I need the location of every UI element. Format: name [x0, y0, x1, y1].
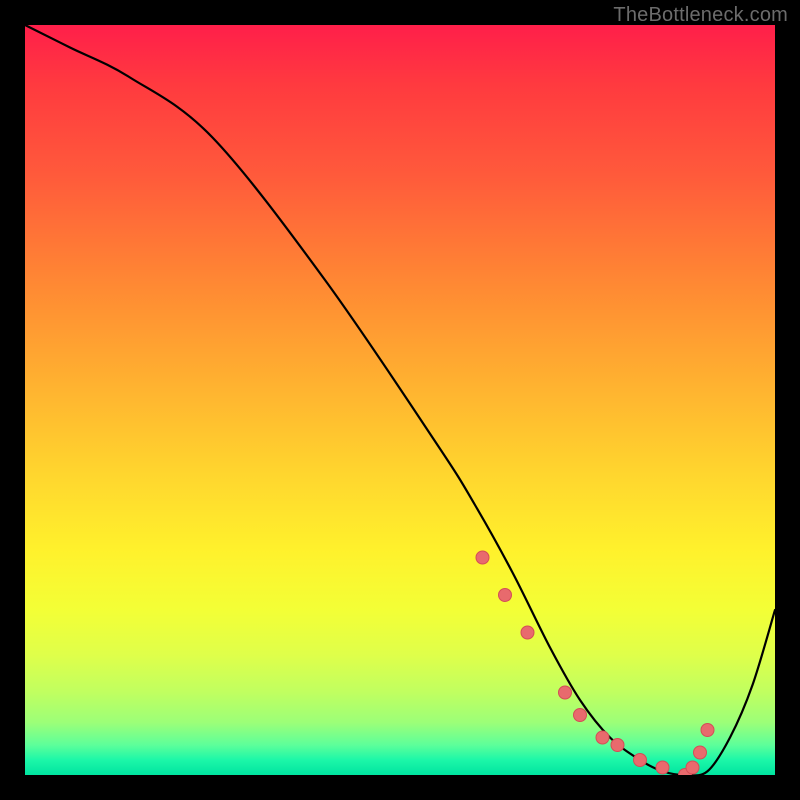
curve-marker [686, 761, 699, 774]
bottleneck-curve [25, 25, 775, 775]
curve-marker [574, 709, 587, 722]
curve-markers [476, 551, 714, 775]
curve-marker [476, 551, 489, 564]
chart-frame: TheBottleneck.com [0, 0, 800, 800]
curve-marker [596, 731, 609, 744]
curve-marker [634, 754, 647, 767]
curve-marker [499, 589, 512, 602]
curve-marker [694, 746, 707, 759]
curve-marker [701, 724, 714, 737]
watermark-text: TheBottleneck.com [613, 4, 788, 27]
curve-marker [611, 739, 624, 752]
curve-marker [559, 686, 572, 699]
plot-area [25, 25, 775, 775]
curve-marker [521, 626, 534, 639]
curve-marker [656, 761, 669, 774]
curve-layer [25, 25, 775, 775]
